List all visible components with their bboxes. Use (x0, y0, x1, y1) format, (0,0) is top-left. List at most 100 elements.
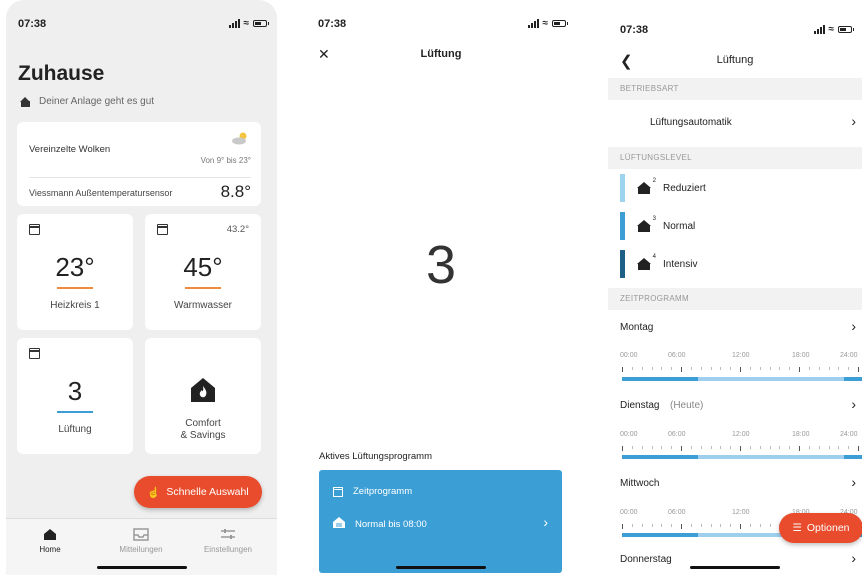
program-row: Zeitprogramm (333, 486, 412, 497)
ventilation-detail-screen: 07:38 ≈ ✕ Lüftung 3 Aktives Lüftungsprog… (306, 0, 576, 575)
level-row-normal[interactable]: 3 Normal (620, 212, 862, 240)
timeline-tick (661, 524, 663, 527)
tile-current-temp: 43.2° (226, 224, 249, 235)
tile-label: Heizkreis 1 (50, 300, 100, 311)
calendar-icon (333, 486, 343, 497)
timeline-tick (749, 367, 751, 370)
timeline-tick (740, 367, 741, 372)
options-button[interactable]: ☰ Optionen (779, 513, 862, 543)
level-row-intensiv[interactable]: 4 Intensiv (620, 250, 862, 278)
timeline-tick (631, 367, 633, 370)
chevron-right-icon: › (851, 318, 856, 334)
mode-row[interactable]: Lüftungsautomatik › (608, 101, 862, 146)
level-label: Intensiv (663, 258, 698, 270)
timeline-tick (710, 446, 712, 449)
tile-heizkreis[interactable]: 23° Heizkreis 1 (17, 214, 133, 330)
timeline-tick (622, 446, 623, 451)
active-program-card[interactable]: Zeitprogramm Normal bis 08:00 › (319, 470, 562, 573)
nav-mitteilungen[interactable]: Mitteilungen (101, 527, 181, 554)
signal-icon (813, 25, 825, 34)
tile-label-line2: & Savings (180, 430, 226, 441)
chevron-right-icon: › (851, 396, 856, 412)
timeline-tick (858, 446, 859, 451)
timeline-tick (779, 367, 781, 370)
timeline-ticks (622, 367, 862, 373)
timeline-tick (759, 446, 761, 449)
timeline-tick (828, 367, 830, 370)
ventilation-level: 3 (425, 235, 457, 295)
tile-warmwasser[interactable]: 43.2° 45° Warmwasser (145, 214, 261, 330)
timeline-tick (661, 367, 663, 370)
system-status: Deiner Anlage geht es gut (20, 96, 154, 107)
timeline-tick (818, 446, 820, 449)
home-icon (10, 527, 90, 541)
signal-icon (527, 19, 539, 28)
nav-home[interactable]: Home (10, 527, 90, 554)
timeline-tick (740, 524, 741, 529)
status-bar: 07:38 ≈ (620, 24, 854, 40)
status-time: 07:38 (318, 18, 347, 30)
timeline-tick (700, 446, 702, 449)
level-color-bar (620, 250, 625, 278)
timeline-tick (740, 446, 741, 451)
timeline-tick (631, 524, 633, 527)
timeline-tick (769, 367, 771, 370)
page-title: Lüftung (716, 54, 754, 66)
timeline-tick (710, 367, 712, 370)
tile-label-line1: Comfort (185, 418, 221, 429)
mode-text: Normal bis 08:00 (355, 518, 427, 530)
timeline-tick (799, 367, 800, 372)
timeline-tick (631, 446, 633, 449)
timeline-tick (759, 367, 761, 370)
timeline-tick (828, 446, 830, 449)
timeline-tick (681, 524, 682, 529)
battery-icon (552, 20, 568, 27)
timeline-tick (651, 524, 653, 527)
fan-level-icon: 4 (637, 254, 656, 270)
timeline-tick (690, 524, 692, 527)
day-row-montag[interactable]: Montag › (608, 318, 862, 338)
timeline-tick (720, 446, 722, 449)
timeline-tick (818, 367, 820, 370)
timeline-tick (749, 446, 751, 449)
chevron-right-icon: › (851, 474, 856, 490)
timeline-tick (730, 367, 732, 370)
tile-comfort-savings[interactable]: Comfort & Savings (145, 338, 261, 454)
screenshot-stage: 07:38 ≈ Zuhause Deiner Anlage geht es gu… (0, 0, 862, 575)
section-label: Aktives Lüftungsprogramm (319, 451, 432, 462)
status-icons: ≈ (527, 19, 568, 29)
day-row-mittwoch[interactable]: Mittwoch › (608, 474, 862, 494)
status-icons: ≈ (228, 18, 269, 29)
timeline-tick (622, 524, 623, 529)
status-bar: 07:38 ≈ (18, 18, 269, 34)
nav-einstellungen[interactable]: Einstellungen (188, 527, 268, 554)
section-header-level: LÜFTUNGSLEVEL (608, 147, 862, 169)
wifi-icon: ≈ (243, 18, 250, 29)
tile-lueftung[interactable]: 3 Lüftung (17, 338, 133, 454)
timeline-tick (651, 446, 653, 449)
timeline-tick (671, 367, 673, 370)
timeline-tick (720, 367, 722, 370)
weather-card[interactable]: Vereinzelte Wolken Von 9° bis 23° Viessm… (17, 122, 261, 206)
timeline-tick (730, 524, 732, 527)
timeline-track (622, 377, 862, 381)
home-indicator (96, 566, 187, 569)
tile-value: 45° (183, 252, 223, 282)
level-label: Normal (663, 220, 696, 232)
level-label: Reduziert (663, 182, 706, 194)
tile-bar (185, 287, 221, 289)
timeline-tick (671, 446, 673, 449)
tile-value: 23° (55, 252, 95, 282)
home-screen: 07:38 ≈ Zuhause Deiner Anlage geht es gu… (6, 0, 277, 575)
timeline-tick (641, 524, 643, 527)
timeline-tick (700, 367, 702, 370)
house-flame-icon (191, 378, 215, 402)
day-row-dienstag[interactable]: Dienstag (Heute) › (608, 396, 862, 416)
weather-range: Von 9° bis 23° (200, 156, 251, 165)
tile-bar (57, 411, 93, 413)
level-row-reduziert[interactable]: 2 Reduziert (620, 174, 862, 202)
timeline-tick (681, 367, 682, 372)
program-name: Zeitprogramm (353, 486, 413, 497)
quick-select-button[interactable]: ☝ Schnelle Auswahl (134, 476, 262, 508)
house-check-icon (20, 96, 31, 107)
